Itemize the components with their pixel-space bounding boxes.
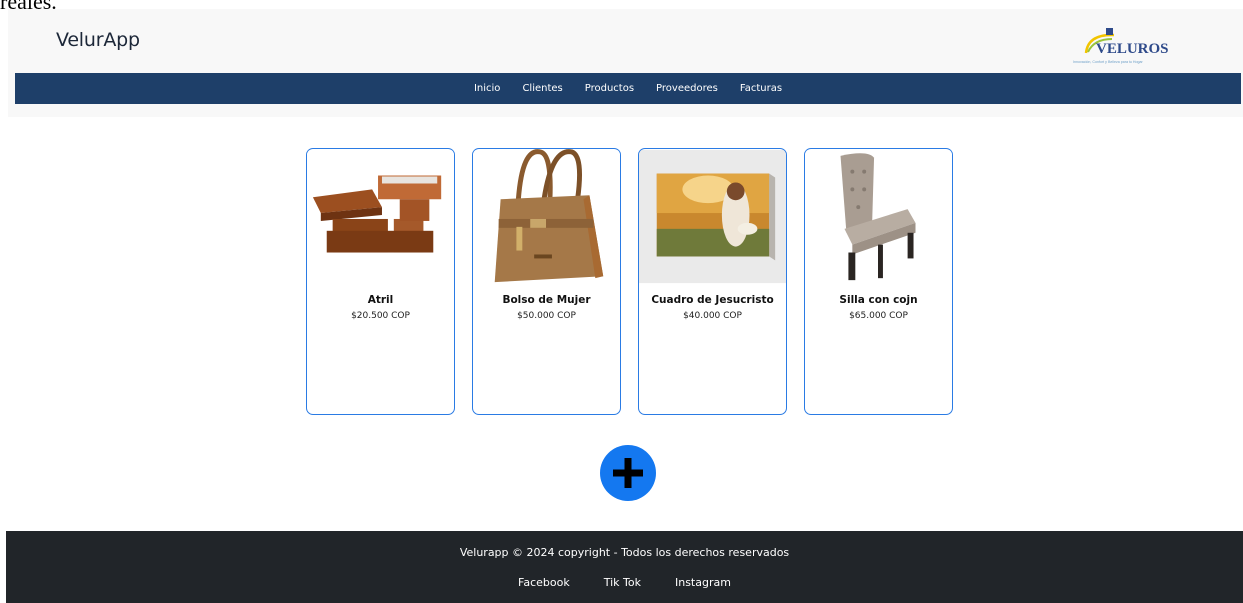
- nav-item-productos[interactable]: Productos: [584, 83, 635, 94]
- veluros-logo[interactable]: VELUROS Innovación, Confort y Belleza pa…: [1070, 26, 1210, 66]
- plus-icon: [613, 458, 643, 488]
- product-name: Silla con cojn: [839, 294, 918, 306]
- product-grid: Atril $20.500 COP Bolso de Mujer $50.000…: [306, 148, 953, 415]
- product-card[interactable]: Cuadro de Jesucristo $40.000 COP: [638, 148, 787, 415]
- site-footer: Velurapp © 2024 copyright - Todos los de…: [6, 531, 1243, 603]
- social-links: Facebook Tik Tok Instagram: [6, 576, 1243, 589]
- wooden-table-image: [307, 149, 454, 284]
- product-name: Cuadro de Jesucristo: [651, 294, 774, 306]
- product-price: $20.500 COP: [351, 311, 410, 321]
- brand-name[interactable]: VelurApp: [56, 29, 140, 51]
- product-name: Atril: [367, 294, 394, 306]
- nav-item-inicio[interactable]: Inicio: [473, 83, 501, 94]
- product-card[interactable]: Atril $20.500 COP: [306, 148, 455, 415]
- footer-link-tiktok[interactable]: Tik Tok: [604, 576, 641, 589]
- nav-item-clientes[interactable]: Clientes: [521, 83, 563, 94]
- product-price: $40.000 COP: [683, 311, 742, 321]
- product-card[interactable]: Bolso de Mujer $50.000 COP: [472, 148, 621, 415]
- leather-handbag-image: [473, 149, 620, 284]
- product-card[interactable]: Silla con cojn $65.000 COP: [804, 148, 953, 415]
- jesus-painting-image: [639, 149, 786, 284]
- logo-wordmark: VELUROS: [1096, 41, 1169, 57]
- product-price: $65.000 COP: [849, 311, 908, 321]
- product-price: $50.000 COP: [517, 311, 576, 321]
- main-nav: Inicio Clientes Productos Proveedores Fa…: [15, 73, 1241, 104]
- nav-item-facturas[interactable]: Facturas: [739, 83, 783, 94]
- upholstered-chair-image: [805, 149, 952, 284]
- logo-tagline: Innovación, Confort y Belleza para tu Ho…: [1073, 60, 1144, 64]
- footer-link-facebook[interactable]: Facebook: [518, 576, 570, 589]
- product-name: Bolso de Mujer: [502, 294, 591, 306]
- footer-link-instagram[interactable]: Instagram: [675, 576, 731, 589]
- nav-item-proveedores[interactable]: Proveedores: [655, 83, 719, 94]
- add-product-button[interactable]: [600, 445, 656, 501]
- app-header: VelurApp VELUROS Innovación, Confort y B…: [8, 9, 1243, 117]
- copyright-text: Velurapp © 2024 copyright - Todos los de…: [459, 546, 790, 559]
